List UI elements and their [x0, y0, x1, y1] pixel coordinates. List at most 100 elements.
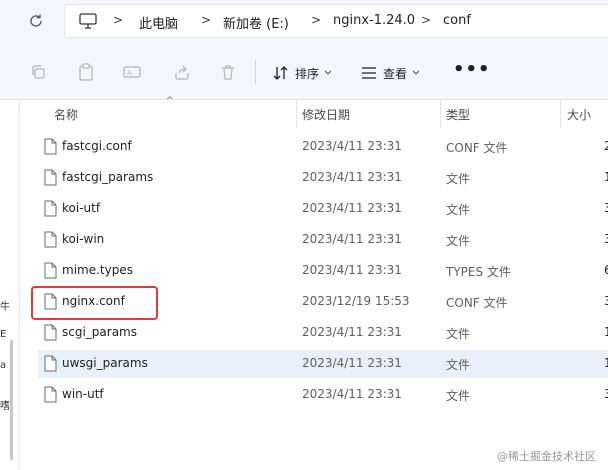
svg-text:A: A [127, 69, 132, 77]
column-divider[interactable] [296, 100, 297, 128]
address-bar-row: > 此电脑 > 新加卷 (E:) > nginx-1.24.0 > conf [0, 0, 608, 44]
file-row[interactable]: fastcgi.conf 2023/4/11 23:31 CONF 文件 2 [38, 133, 608, 161]
chevron-down-icon [412, 70, 420, 75]
file-size: 1 [604, 170, 608, 184]
column-divider[interactable] [560, 100, 561, 128]
chevron-right-icon: > [421, 13, 432, 27]
file-size: 3 [604, 294, 608, 308]
breadcrumb-nginx-folder[interactable]: nginx-1.24.0 [333, 13, 415, 28]
file-size: 3 [604, 201, 608, 215]
sort-ascending-icon: ^ [166, 96, 174, 106]
copy-icon [32, 65, 45, 79]
navigation-pane[interactable]: 牛 E a 嗜 [0, 100, 20, 470]
file-row[interactable]: koi-utf 2023/4/11 23:31 文件 3 [38, 195, 608, 223]
file-type: 文件 [446, 172, 471, 186]
command-toolbar: A 排序 查看 ••• [0, 44, 608, 100]
delete-icon [222, 65, 234, 80]
file-icon [44, 231, 57, 248]
rename-icon: A [123, 66, 141, 78]
file-icon [44, 262, 57, 279]
chevron-right-icon: > [113, 13, 124, 27]
copy-button[interactable] [28, 62, 48, 82]
file-type: 文件 [446, 358, 471, 372]
file-date: 2023/4/11 23:31 [302, 325, 402, 339]
file-date: 2023/4/11 23:31 [302, 170, 402, 184]
column-header-type[interactable]: 类型 [446, 100, 470, 128]
file-icon [44, 200, 57, 217]
paste-button[interactable] [76, 62, 96, 82]
file-row[interactable]: win-utf 2023/4/11 23:31 文件 3 [38, 381, 608, 409]
file-name: win-utf [62, 387, 104, 401]
file-name: fastcgi.conf [62, 139, 132, 153]
nav-item-fragment[interactable]: 嗜 [0, 397, 10, 412]
file-row[interactable]: koi-win 2023/4/11 23:31 文件 3 [38, 226, 608, 254]
view-icon [362, 67, 376, 79]
chevron-right-icon: > [201, 13, 212, 27]
address-input[interactable]: > 此电脑 > 新加卷 (E:) > nginx-1.24.0 > conf [64, 4, 608, 38]
file-size: 3 [604, 232, 608, 246]
file-type: 文件 [446, 234, 471, 248]
breadcrumb-drive-e[interactable]: 新加卷 (E:) [223, 13, 289, 32]
file-date: 2023/4/11 23:31 [302, 387, 402, 401]
file-type: TYPES 文件 [446, 265, 511, 279]
file-date: 2023/4/11 23:31 [302, 201, 402, 215]
file-row[interactable]: fastcgi_params 2023/4/11 23:31 文件 1 [38, 164, 608, 192]
delete-button[interactable] [218, 62, 238, 82]
file-type: 文件 [446, 327, 471, 341]
file-size: 1 [604, 356, 608, 370]
view-button[interactable]: 查看 [360, 62, 420, 84]
file-size: 1 [604, 325, 608, 339]
nav-item-fragment[interactable]: E [0, 329, 6, 340]
file-type: 文件 [446, 389, 471, 403]
file-type: 文件 [446, 203, 471, 217]
watermark-text: @稀土掘金技术社区 [497, 450, 596, 463]
file-icon [44, 138, 57, 155]
column-header-name[interactable]: 名称 [54, 100, 78, 128]
file-row-selected[interactable]: uwsgi_params 2023/4/11 23:31 文件 1 [38, 350, 608, 378]
view-label: 查看 [383, 66, 408, 81]
column-header-size[interactable]: 大小 [567, 100, 591, 128]
file-name: uwsgi_params [62, 356, 148, 370]
computer-icon [79, 13, 97, 29]
file-date: 2023/4/11 23:31 [302, 356, 402, 370]
file-icon [44, 355, 57, 372]
paste-icon [79, 63, 93, 81]
breadcrumb-conf-folder[interactable]: conf [443, 13, 471, 28]
file-size: 6 [604, 263, 608, 277]
file-name: mime.types [62, 263, 133, 277]
file-size: 3 [604, 387, 608, 401]
sort-button[interactable]: 排序 [272, 62, 332, 84]
sort-icon [273, 66, 288, 80]
column-header-date[interactable]: 修改日期 [302, 100, 350, 128]
share-button[interactable] [172, 62, 192, 82]
share-icon [175, 65, 189, 80]
navigation-scrollbar[interactable] [10, 340, 13, 460]
refresh-button[interactable] [26, 11, 46, 31]
file-date: 2023/4/11 23:31 [302, 139, 402, 153]
file-icon [44, 324, 57, 341]
file-date: 2023/4/11 23:31 [302, 232, 402, 246]
file-row[interactable]: scgi_params 2023/4/11 23:31 文件 1 [38, 319, 608, 347]
column-divider[interactable] [440, 100, 441, 128]
toolbar-divider [255, 60, 256, 84]
nav-item-fragment[interactable]: 牛 [0, 298, 10, 313]
more-options-button[interactable]: ••• [453, 61, 491, 79]
breadcrumb-this-pc[interactable]: 此电脑 [139, 13, 178, 32]
highlight-annotation-box [31, 286, 158, 320]
file-type: CONF 文件 [446, 141, 508, 155]
refresh-icon [30, 14, 42, 27]
file-date: 2023/12/19 15:53 [302, 294, 410, 308]
file-date: 2023/4/11 23:31 [302, 263, 402, 277]
file-name: koi-utf [62, 201, 101, 215]
chevron-right-icon: > [311, 13, 322, 27]
file-type: CONF 文件 [446, 296, 508, 310]
file-name: koi-win [62, 232, 105, 246]
chevron-down-icon [324, 70, 332, 75]
rename-button[interactable]: A [122, 62, 142, 82]
nav-item-fragment[interactable]: a [0, 360, 6, 371]
sort-label: 排序 [295, 66, 320, 81]
file-name: fastcgi_params [62, 170, 154, 184]
file-icon [44, 386, 57, 403]
file-row[interactable]: mime.types 2023/4/11 23:31 TYPES 文件 6 [38, 257, 608, 285]
file-size: 2 [604, 139, 608, 153]
